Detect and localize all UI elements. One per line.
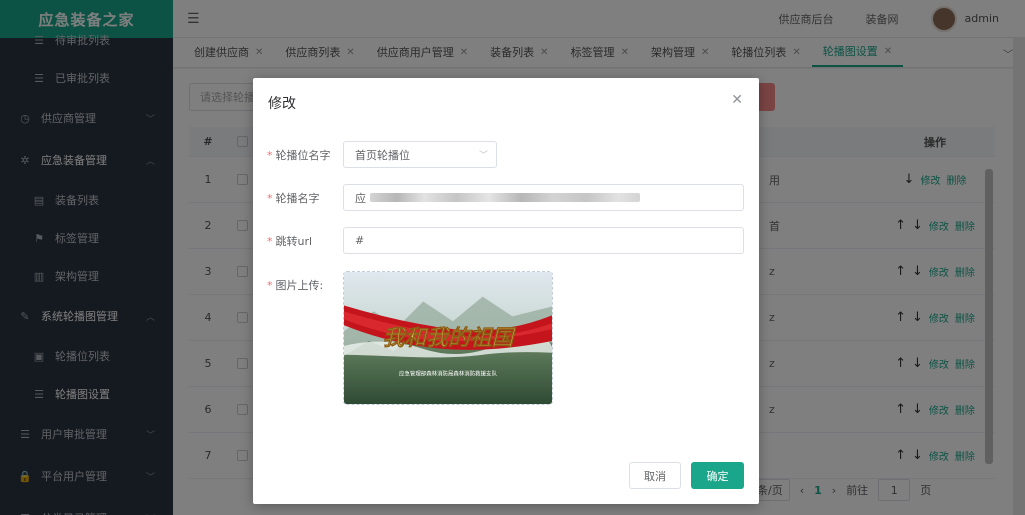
edit-dialog: 修改 ✕ * 轮播位名字 首页轮播位 ﹀ * 轮播名字 应 * 跳转url # * 图片…: [253, 78, 759, 504]
form-row-url: * 跳转url #: [253, 227, 759, 254]
form-row-position: * 轮播位名字 首页轮播位 ﹀: [253, 141, 759, 168]
name-label: * 轮播名字: [267, 191, 320, 205]
image-uploader[interactable]: 我和我的祖国 应急管理部森林消防局森林消防救援支队: [343, 271, 553, 405]
cancel-button[interactable]: 取消: [629, 462, 681, 489]
close-icon[interactable]: ✕: [731, 92, 743, 108]
position-label: * 轮播位名字: [267, 148, 331, 162]
banner-caption: 应急管理部森林消防局森林消防救援支队: [399, 369, 497, 377]
name-input[interactable]: 应: [343, 184, 744, 211]
url-input[interactable]: #: [343, 227, 744, 254]
position-select-value: 首页轮播位: [355, 148, 410, 162]
blurred-text: [370, 193, 640, 202]
position-select[interactable]: 首页轮播位 ﹀: [343, 141, 497, 168]
form-row-name: * 轮播名字 应: [253, 184, 759, 211]
banner-thumbnail: 我和我的祖国 应急管理部森林消防局森林消防救援支队: [344, 272, 552, 404]
dialog-title: 修改: [268, 96, 296, 112]
confirm-button[interactable]: 确定: [691, 462, 744, 489]
chevron-down-icon: ﹀: [478, 151, 488, 161]
image-label: * 图片上传:: [267, 279, 324, 292]
url-input-value: #: [355, 234, 365, 247]
banner-headline: 我和我的祖国: [383, 326, 517, 351]
name-input-value: 应: [355, 191, 366, 205]
url-label: * 跳转url: [267, 234, 313, 248]
